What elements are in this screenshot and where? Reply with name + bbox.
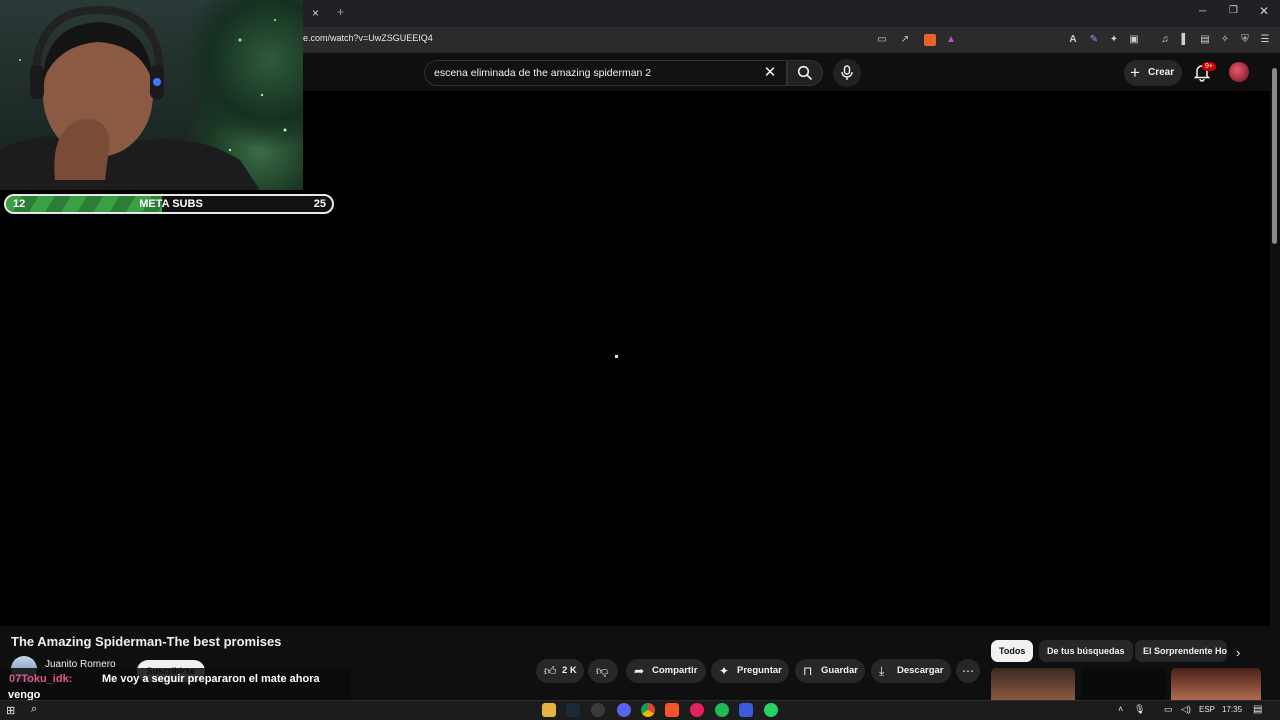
volume-icon[interactable]: ◁) xyxy=(1181,704,1191,715)
wallet-icon[interactable]: ▤ xyxy=(1199,34,1211,46)
url-text[interactable]: e.com/watch?v=UwZSGUEEIQ4 xyxy=(303,33,433,43)
spotify-icon[interactable] xyxy=(715,703,729,717)
search-icon[interactable]: ⌕ xyxy=(31,703,37,716)
account-avatar[interactable] xyxy=(1229,62,1249,82)
download-label: Descargar xyxy=(897,665,944,676)
thumbs-up-icon: 👍︎ xyxy=(544,664,557,678)
steam-icon[interactable] xyxy=(566,703,580,717)
vpn-icon[interactable]: ⛨ xyxy=(1239,34,1251,46)
obs-icon[interactable] xyxy=(591,703,605,717)
share-label: Compartir xyxy=(652,665,698,676)
more-horizontal-icon: ⋯ xyxy=(962,664,974,678)
goal-label: META SUBS xyxy=(139,198,203,210)
create-button[interactable]: + Crear xyxy=(1124,60,1182,86)
ask-label: Preguntar xyxy=(737,665,782,676)
streamer-webcam-image xyxy=(0,5,287,190)
search-box[interactable] xyxy=(424,60,787,86)
windows-taskbar: ⊞ ⌕ ˄ 🎙︎ ▭ ◁) ▤ xyxy=(0,700,1280,720)
thumbs-down-icon: 👎︎ xyxy=(596,664,609,678)
tray-chevron-up-icon[interactable]: ˄ xyxy=(1118,704,1123,714)
notification-badge: 9+ xyxy=(1202,62,1216,71)
like-count: 2 K xyxy=(562,665,577,676)
screenshot-icon[interactable]: ▣ xyxy=(1128,34,1140,46)
share-button[interactable]: ➦ Compartir xyxy=(626,659,706,683)
language-indicator[interactable]: ESP xyxy=(1199,705,1215,714)
recommended-thumbnail[interactable] xyxy=(991,668,1075,700)
cast-icon[interactable]: ▭ xyxy=(876,34,888,46)
notification-center-icon[interactable]: ▤ xyxy=(1253,704,1262,715)
subscriber-goal-bar: 12 META SUBS 25 xyxy=(4,194,334,214)
goal-target-count: 25 xyxy=(313,198,326,210)
recommended-thumbnail[interactable] xyxy=(1081,668,1165,700)
extension-ak-icon[interactable]: A xyxy=(1067,34,1079,46)
discord-icon[interactable] xyxy=(617,703,631,717)
download-icon: ⤓ xyxy=(879,664,885,678)
loading-indicator xyxy=(615,355,618,358)
bookmark-icon: ⊓ xyxy=(803,664,813,678)
extension-pen-icon[interactable]: ✎ xyxy=(1088,34,1100,46)
save-label: Guardar xyxy=(821,665,858,676)
more-actions-button[interactable]: ⋯ xyxy=(956,659,980,683)
menu-icon[interactable]: ☰ xyxy=(1259,34,1271,46)
search-button[interactable] xyxy=(787,60,823,86)
sidebar-icon[interactable]: ▌ xyxy=(1179,34,1191,46)
chat-message: Me voy a seguir prepararon el mate ahora xyxy=(102,673,320,685)
recommended-thumbnail[interactable] xyxy=(1171,668,1261,700)
file-explorer-icon[interactable] xyxy=(542,703,556,717)
brave-rewards-icon[interactable]: ▲ xyxy=(945,34,957,46)
media-player-icon[interactable] xyxy=(690,703,704,717)
brave-shield-icon[interactable] xyxy=(924,34,936,46)
sparkle-icon: ✦ xyxy=(719,664,730,678)
minimize-button[interactable]: ─ xyxy=(1199,6,1206,17)
save-button[interactable]: ⊓ Guardar xyxy=(795,659,865,683)
restore-button[interactable]: ❐ xyxy=(1229,5,1238,16)
share-icon[interactable]: ↗ xyxy=(899,34,911,46)
chat-username: 07Toku_idk: xyxy=(9,673,73,685)
network-icon[interactable]: ▭ xyxy=(1164,704,1173,715)
new-tab-button[interactable]: + xyxy=(337,5,344,19)
microphone-tray-icon[interactable]: 🎙︎ xyxy=(1134,704,1145,715)
plus-icon: + xyxy=(1130,63,1140,82)
like-button[interactable]: 👍︎ 2 K xyxy=(536,659,584,683)
chip-amazing[interactable]: El Sorprendente Ho xyxy=(1135,640,1227,662)
app-icon[interactable] xyxy=(739,703,753,717)
media-icon[interactable]: ♫ xyxy=(1159,34,1171,46)
scrollbar-thumb[interactable] xyxy=(1272,68,1277,244)
video-title: The Amazing Spiderman-The best promises xyxy=(11,634,282,649)
close-window-button[interactable]: ✕ xyxy=(1259,4,1269,18)
clear-search-icon[interactable]: ✕ xyxy=(761,64,779,82)
microphone-icon xyxy=(841,65,853,80)
webcam-overlay xyxy=(0,0,303,190)
whatsapp-icon[interactable] xyxy=(764,703,778,717)
windows-start-icon[interactable]: ⊞ xyxy=(6,704,15,717)
search-icon xyxy=(797,65,813,81)
chevron-right-icon[interactable]: › xyxy=(1236,645,1240,660)
chrome-icon[interactable] xyxy=(641,703,655,717)
share-arrow-icon: ➦ xyxy=(634,664,645,678)
voice-search-button[interactable] xyxy=(833,59,861,87)
taskbar-clock[interactable]: 17:35 xyxy=(1222,705,1242,714)
dislike-button[interactable]: 👎︎ xyxy=(588,659,618,683)
chip-all[interactable]: Todos xyxy=(991,640,1034,662)
download-button[interactable]: ⤓ Descargar xyxy=(871,659,951,683)
search-input[interactable] xyxy=(434,65,754,81)
chip-from-searches[interactable]: De tus búsquedas xyxy=(1039,640,1133,662)
brave-icon[interactable] xyxy=(665,703,679,717)
ask-button[interactable]: ✦ Preguntar xyxy=(711,659,789,683)
tab-close-button[interactable]: × xyxy=(312,6,319,20)
create-label: Crear xyxy=(1148,67,1175,78)
extensions-icon[interactable]: ✦ xyxy=(1108,34,1120,46)
leo-ai-icon[interactable]: ✧ xyxy=(1219,34,1231,46)
